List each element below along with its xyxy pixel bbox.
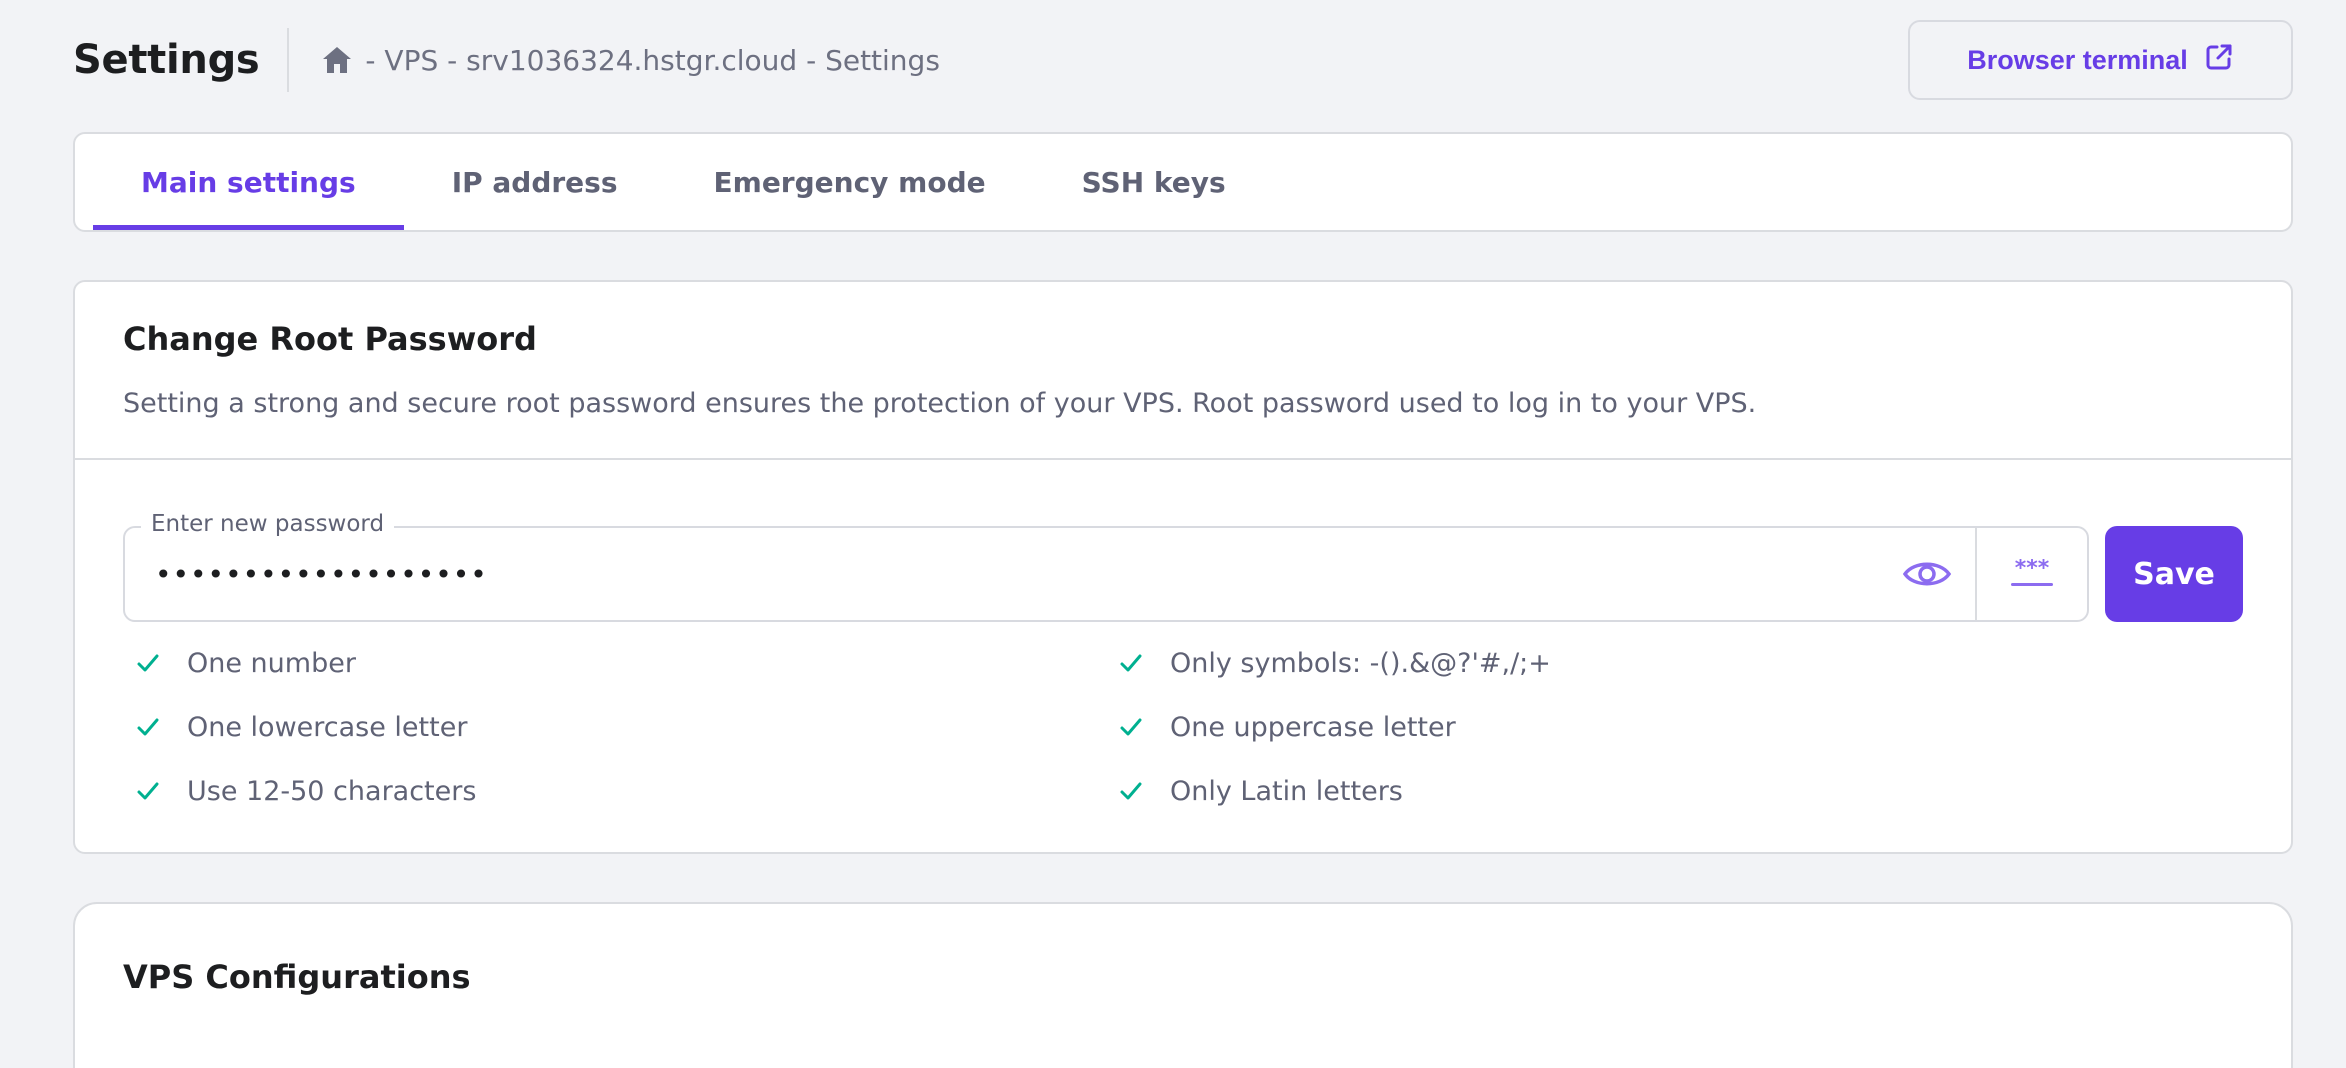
generate-glyph: ***	[2015, 559, 2050, 581]
password-requirements: One number Only symbols: -().&@?'#,/;+ O…	[135, 642, 1635, 812]
change-root-password-card: Change Root Password Setting a strong an…	[73, 280, 2293, 854]
check-icon	[135, 650, 161, 676]
check-icon	[1118, 714, 1144, 740]
browser-terminal-label: Browser terminal	[1967, 44, 2188, 75]
check-icon	[1118, 778, 1144, 804]
check-icon	[1118, 650, 1144, 676]
requirement-text: Use 12-50 characters	[187, 775, 477, 807]
requirement-item: Only Latin letters	[1118, 770, 1618, 812]
tab-emergency-mode[interactable]: Emergency mode	[666, 134, 1034, 230]
tab-label: IP address	[451, 165, 618, 199]
save-button[interactable]: Save	[2105, 526, 2243, 622]
requirement-item: Use 12-50 characters	[135, 770, 1118, 812]
page: Settings - VPS - srv1036324.hstgr.cloud …	[0, 0, 2346, 1068]
card-description: Setting a strong and secure root passwor…	[123, 388, 1757, 419]
page-title: Settings	[73, 37, 260, 83]
card-title: Change Root Password	[123, 320, 537, 358]
requirement-text: One lowercase letter	[187, 711, 468, 743]
breadcrumb: - VPS - srv1036324.hstgr.cloud - Setting…	[319, 42, 940, 78]
header-divider	[287, 28, 290, 92]
eye-icon[interactable]	[1879, 528, 1975, 620]
tab-ip-address[interactable]: IP address	[404, 134, 666, 230]
vps-configurations-card: VPS Configurations	[73, 902, 2293, 1068]
card-header: Change Root Password Setting a strong an…	[75, 282, 2291, 460]
home-icon[interactable]	[319, 42, 355, 78]
tab-main-settings[interactable]: Main settings	[93, 134, 404, 230]
tab-label: Emergency mode	[713, 165, 986, 199]
password-field-row: Enter new password *** Save	[123, 511, 2243, 622]
requirement-item: One number	[135, 642, 1118, 684]
breadcrumb-path: - VPS - srv1036324.hstgr.cloud - Setting…	[365, 43, 940, 77]
password-input[interactable]	[155, 528, 1855, 620]
tab-ssh-keys[interactable]: SSH keys	[1034, 134, 1274, 230]
generate-password-icon[interactable]: ***	[1977, 528, 2087, 620]
requirement-item: Only symbols: -().&@?'#,/;+	[1118, 642, 1618, 684]
settings-tabs: Main settings IP address Emergency mode …	[73, 132, 2293, 232]
browser-terminal-button[interactable]: Browser terminal	[1908, 20, 2293, 100]
requirement-item: One lowercase letter	[135, 706, 1118, 748]
vps-configurations-title: VPS Configurations	[123, 958, 471, 996]
tab-label: SSH keys	[1081, 165, 1226, 199]
requirement-item: One uppercase letter	[1118, 706, 1618, 748]
page-header: Settings - VPS - srv1036324.hstgr.cloud …	[73, 20, 2293, 100]
password-field: Enter new password ***	[123, 511, 2089, 622]
requirement-text: Only Latin letters	[1170, 775, 1403, 807]
check-icon	[135, 778, 161, 804]
external-link-icon	[2204, 42, 2234, 79]
requirement-text: Only symbols: -().&@?'#,/;+	[1170, 647, 1551, 679]
requirement-text: One number	[187, 647, 356, 679]
check-icon	[135, 714, 161, 740]
requirement-text: One uppercase letter	[1170, 711, 1456, 743]
tab-label: Main settings	[141, 165, 356, 199]
